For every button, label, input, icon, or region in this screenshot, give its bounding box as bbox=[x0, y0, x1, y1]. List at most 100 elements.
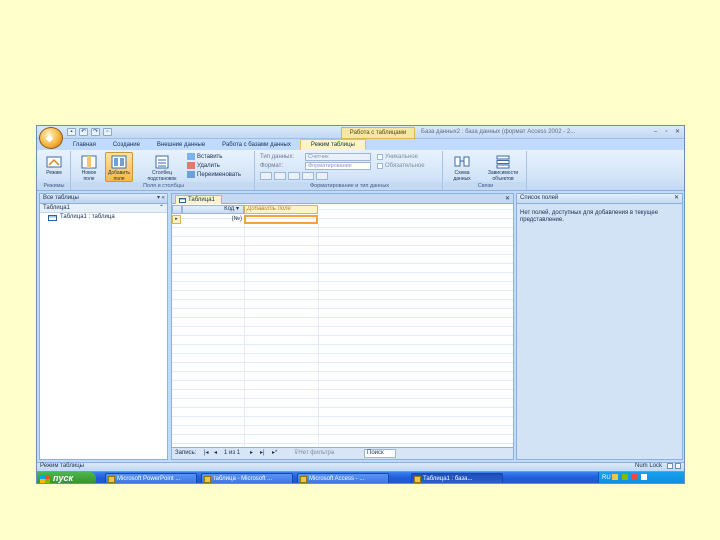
nav-group-label: Таблица1 bbox=[43, 205, 70, 211]
datasheet-grid[interactable]: Код ▾ Добавить поле ▸ (№) bbox=[172, 205, 513, 446]
relationships-icon bbox=[454, 156, 470, 167]
datasheet-view-icon[interactable] bbox=[667, 463, 673, 469]
view-switcher bbox=[667, 463, 681, 469]
add-fields-icon bbox=[111, 155, 127, 169]
status-view-mode: Режим таблицы bbox=[40, 463, 84, 469]
grid-line bbox=[244, 224, 245, 446]
tab-home[interactable]: Главная bbox=[65, 140, 104, 150]
add-existing-fields-button[interactable]: Добавить поля bbox=[105, 152, 133, 182]
nav-pane-header[interactable]: Все таблицы ▾ « bbox=[40, 194, 167, 204]
view-button-label: Режим bbox=[46, 170, 62, 176]
tray-icon[interactable] bbox=[612, 474, 619, 481]
tray-icon[interactable] bbox=[631, 474, 638, 481]
record-label: Запись: bbox=[175, 450, 197, 456]
cell-code[interactable]: (№) bbox=[182, 215, 244, 224]
increase-decimals-button[interactable] bbox=[302, 172, 314, 180]
first-record-button[interactable]: |◂ bbox=[204, 448, 209, 459]
record-position[interactable]: 1 из 1 bbox=[224, 448, 240, 459]
column-header-add-field[interactable]: Добавить поле bbox=[244, 205, 318, 214]
close-field-list-icon[interactable]: ✕ bbox=[674, 194, 679, 203]
tab-create[interactable]: Создание bbox=[105, 140, 148, 150]
prev-record-button[interactable]: ◂ bbox=[214, 448, 217, 459]
group-label-relationships: Связи bbox=[445, 182, 526, 190]
taskbar-button-word[interactable]: таблица - Microsoft ... bbox=[201, 473, 293, 483]
data-type-label: Тип данных: bbox=[260, 154, 295, 160]
next-record-button[interactable]: ▸ bbox=[250, 448, 253, 459]
required-checkbox[interactable]: Обязательное bbox=[377, 163, 425, 169]
currency-format-button[interactable] bbox=[260, 172, 272, 180]
view-button[interactable]: Режим bbox=[40, 152, 68, 182]
grid-line bbox=[318, 224, 319, 446]
office-button[interactable]: ◆ bbox=[39, 127, 63, 149]
tab-database-tools[interactable]: Работа с базами данных bbox=[214, 140, 299, 150]
start-button[interactable]: пуск bbox=[37, 472, 96, 483]
nav-item-label: Таблица1 : таблица bbox=[60, 214, 115, 220]
cell-new-field[interactable] bbox=[244, 215, 318, 224]
nav-pane-title: Все таблицы bbox=[43, 195, 79, 201]
group-fields-columns: Новое поле Добавить поля Столбец подстан… bbox=[73, 151, 255, 190]
document-tab-table1[interactable]: Таблица1 bbox=[175, 195, 222, 204]
close-button[interactable]: ✕ bbox=[673, 128, 682, 136]
tray-icon[interactable] bbox=[622, 474, 629, 481]
object-dependencies-button[interactable]: Зависимости объектов bbox=[481, 152, 525, 182]
insert-column-button[interactable]: Вставить bbox=[187, 153, 222, 160]
windows-logo-icon bbox=[40, 475, 50, 483]
delete-column-button[interactable]: Удалить bbox=[187, 162, 220, 169]
select-all-corner[interactable] bbox=[172, 205, 182, 214]
maximize-button[interactable]: ▫ bbox=[662, 128, 671, 136]
lookup-column-label: Столбец подстановок bbox=[147, 170, 177, 182]
delete-icon bbox=[187, 162, 195, 169]
close-document-icon[interactable]: ✕ bbox=[505, 194, 510, 204]
search-input[interactable]: Поиск bbox=[364, 449, 396, 458]
thousands-format-button[interactable] bbox=[288, 172, 300, 180]
column-header-code[interactable]: Код ▾ bbox=[182, 205, 244, 214]
decrease-decimals-button[interactable] bbox=[316, 172, 328, 180]
context-tab-table-tools: Работа с таблицами bbox=[341, 127, 415, 139]
nav-group-header[interactable]: Таблица1 ⌃ bbox=[40, 204, 167, 213]
tab-external-data[interactable]: Внешние данные bbox=[149, 140, 213, 150]
taskbar-button-access[interactable]: Microsoft Access - ... bbox=[297, 473, 389, 483]
filter-label: Нет фильтра bbox=[298, 450, 335, 456]
taskbar-button-powerpoint[interactable]: Microsoft PowerPoint ... bbox=[105, 473, 197, 483]
format-select[interactable]: Форматирование bbox=[305, 162, 371, 170]
tab-datasheet[interactable]: Режим таблицы bbox=[299, 139, 366, 150]
start-label: пуск bbox=[53, 473, 74, 483]
redo-icon[interactable]: ↷ bbox=[91, 128, 100, 136]
taskbar-button-table[interactable]: Таблица1 : база... bbox=[411, 473, 503, 483]
data-type-select[interactable]: Счетчик bbox=[305, 153, 371, 161]
insert-icon bbox=[187, 153, 195, 160]
minimize-button[interactable]: – bbox=[651, 128, 660, 136]
last-record-button[interactable]: ▸| bbox=[260, 448, 265, 459]
unique-checkbox[interactable]: Уникальное bbox=[377, 154, 418, 160]
access-window: ▪ ↶ ↷ ▫ Работа с таблицами База данных2 … bbox=[36, 125, 685, 484]
num-lock-indicator: Num Lock bbox=[634, 463, 662, 469]
group-label-fields-columns: Поля и столбцы bbox=[73, 182, 254, 190]
nav-item-table1[interactable]: Таблица1 : таблица bbox=[40, 213, 167, 222]
app-icon bbox=[108, 476, 115, 483]
new-record-button[interactable]: ▸* bbox=[272, 448, 277, 459]
app-icon bbox=[204, 476, 211, 483]
table-icon bbox=[48, 214, 57, 221]
unique-label: Уникальное bbox=[385, 154, 418, 160]
lookup-column-button[interactable]: Столбец подстановок bbox=[143, 152, 181, 182]
print-icon[interactable]: ▫ bbox=[103, 128, 112, 136]
filter-status[interactable]: ⊽ Нет фильтра bbox=[294, 448, 334, 459]
required-label: Обязательное bbox=[385, 163, 425, 169]
percent-format-button[interactable] bbox=[274, 172, 286, 180]
new-field-icon bbox=[81, 155, 97, 169]
rename-column-button[interactable]: Переименовать bbox=[187, 171, 241, 178]
column-header-code-label: Код bbox=[224, 206, 235, 212]
taskbar: пуск Microsoft PowerPoint ... таблица - … bbox=[37, 471, 684, 483]
language-indicator[interactable]: RU bbox=[602, 475, 611, 481]
undo-icon[interactable]: ↶ bbox=[79, 128, 88, 136]
new-field-button[interactable]: Новое поле bbox=[75, 152, 103, 182]
save-icon[interactable]: ▪ bbox=[67, 128, 76, 136]
nav-pane-controls-icon[interactable]: ▾ « bbox=[157, 194, 165, 203]
collapse-group-icon[interactable]: ⌃ bbox=[159, 204, 164, 213]
relationships-button[interactable]: Схема данных bbox=[447, 152, 477, 182]
tray-icon[interactable] bbox=[641, 474, 648, 481]
row-selector[interactable]: ▸ bbox=[172, 215, 181, 224]
design-view-icon[interactable] bbox=[675, 463, 681, 469]
group-label-views: Режимы bbox=[38, 182, 70, 190]
insert-label: Вставить bbox=[197, 153, 223, 160]
